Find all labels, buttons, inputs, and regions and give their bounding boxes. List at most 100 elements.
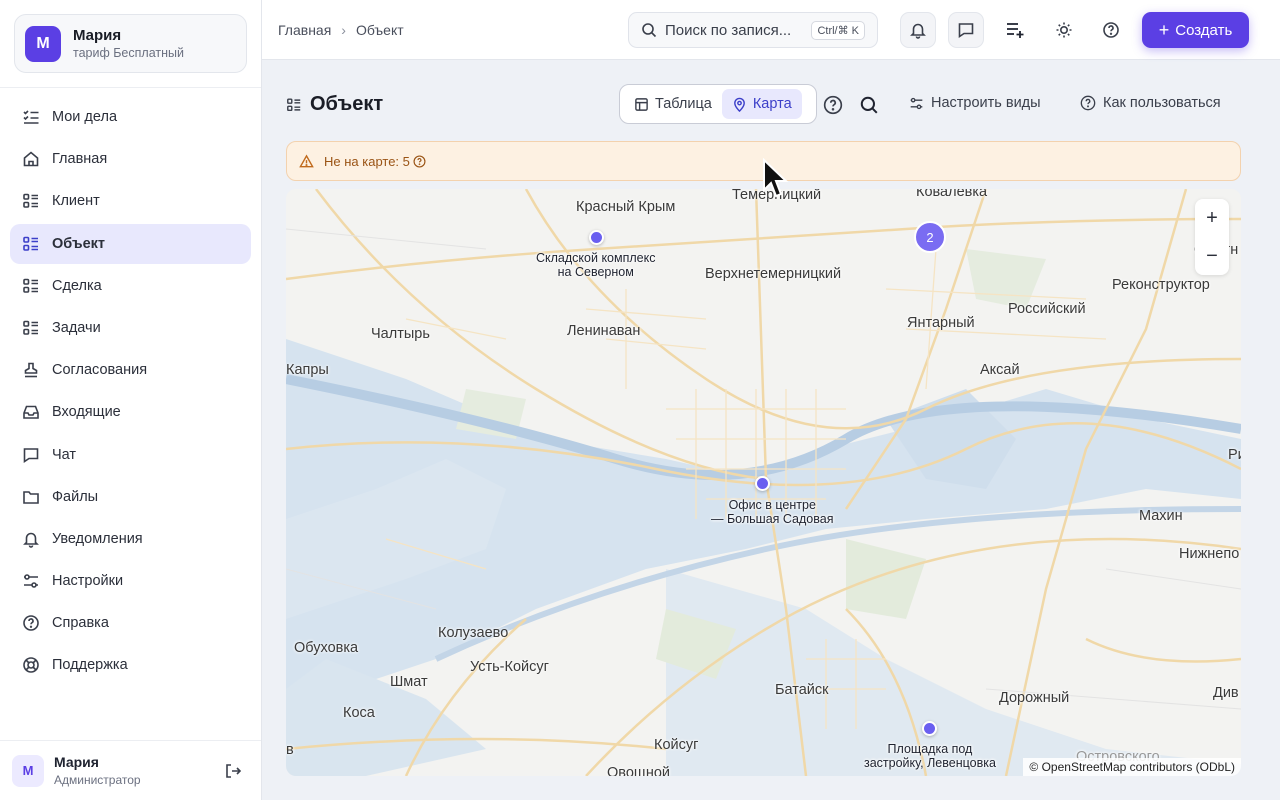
sidebar-item-label: Задачи	[52, 319, 101, 336]
sidebar-item-my-tasks[interactable]: Мои дела	[10, 97, 251, 137]
workspace-name: Мария	[73, 27, 122, 44]
search-input[interactable]: Поиск по запися... Ctrl/⌘ K	[628, 12, 878, 48]
search-shortcut-badge: Ctrl/⌘ K	[811, 21, 865, 40]
sidebar-item-notifications[interactable]: Уведомления	[10, 519, 251, 559]
sliders-icon	[24, 574, 38, 588]
add-task-button[interactable]	[997, 12, 1033, 48]
plus-icon: +	[1158, 20, 1170, 40]
sidebar-item-approvals[interactable]: Согласования	[10, 350, 251, 390]
list-icon	[23, 194, 38, 209]
map-place-label: Махин	[1139, 508, 1183, 524]
breadcrumb-current: Объект	[355, 22, 404, 38]
search-icon	[642, 23, 657, 38]
bell-icon	[23, 532, 39, 548]
help-button[interactable]	[1093, 12, 1129, 48]
sidebar-item-tasks[interactable]: Задачи	[10, 308, 251, 348]
chat-icon	[23, 447, 39, 463]
how-to-use-label: Как пользоваться	[1103, 95, 1221, 111]
search-placeholder: Поиск по запися...	[665, 21, 792, 39]
stamp-icon	[24, 362, 38, 378]
configure-views-button[interactable]: Настроить виды	[909, 95, 1041, 111]
map-marker-label: Площадка под застройку, Левенцовка	[864, 742, 996, 770]
view-table-button[interactable]: Таблица	[624, 89, 722, 119]
sidebar-item-files[interactable]: Файлы	[10, 477, 251, 517]
workspace-plan: тариф Бесплатный	[73, 46, 184, 60]
help-icon	[1103, 22, 1119, 38]
map-marker[interactable]	[922, 721, 937, 736]
sidebar-item-label: Главная	[52, 151, 108, 168]
mouse-cursor-icon	[763, 158, 789, 198]
theme-toggle[interactable]	[1046, 12, 1082, 48]
sidebar-item-label: Уведомления	[52, 530, 143, 547]
map-cluster[interactable]: 2	[914, 221, 946, 253]
view-switcher: Таблица Карта	[619, 84, 817, 124]
sidebar-item-label: Мои дела	[52, 109, 118, 125]
user-name: Мария	[54, 754, 99, 770]
map-place-label: Шмат	[390, 674, 428, 690]
view-map-button[interactable]: Карта	[721, 89, 802, 119]
how-to-use-button[interactable]: Как пользоваться	[1080, 95, 1221, 111]
map-marker[interactable]	[755, 476, 770, 491]
sidebar-divider	[0, 87, 261, 88]
logout-icon[interactable]	[224, 762, 242, 780]
sidebar-item-inbox[interactable]: Входящие	[10, 392, 251, 432]
sidebar: М Мария тариф Бесплатный Мои дела Главна…	[0, 0, 262, 800]
view-map-label: Карта	[752, 96, 792, 112]
current-user: М Мария Администратор	[0, 740, 261, 800]
map-place-label: Обуховка	[294, 640, 359, 656]
breadcrumb-home-link[interactable]: Главная	[278, 22, 331, 38]
list-plus-icon	[1007, 23, 1024, 38]
sliders-icon	[910, 97, 923, 109]
map-place-label: Красный Крым	[576, 199, 676, 215]
sidebar-item-help[interactable]: Справка	[10, 603, 251, 643]
sidebar-item-support[interactable]: Поддержка	[10, 645, 251, 685]
create-button-label: Создать	[1175, 21, 1233, 39]
zoom-in-button[interactable]: +	[1195, 199, 1229, 237]
search-icon[interactable]	[859, 95, 879, 115]
home-icon	[23, 151, 39, 167]
alert-text: Не на карте: 5	[324, 153, 410, 169]
map-place-label: Овощной	[607, 765, 670, 776]
map-pin-icon	[733, 97, 745, 112]
top-bar: Главная › Объект Поиск по запися... Ctrl…	[262, 0, 1280, 60]
sidebar-item-label: Сделка	[52, 277, 102, 294]
map-place-label: Усть-Койсуг	[470, 659, 549, 675]
sidebar-item-deal[interactable]: Сделка	[10, 266, 251, 306]
help-icon	[23, 615, 39, 632]
sidebar-item-object[interactable]: Объект	[10, 223, 251, 264]
map-place-label: Нижнепо	[1179, 546, 1240, 562]
map-marker[interactable]	[589, 230, 604, 245]
map-marker-label: Складской комплекс на Северном	[536, 251, 656, 279]
map-place-label: Реконструктор	[1112, 277, 1210, 293]
map-place-label: Российский	[1008, 301, 1086, 317]
chat-button[interactable]	[948, 12, 984, 48]
map-marker-label: Офис в центре — Большая Садовая	[711, 498, 834, 526]
sidebar-item-label: Справка	[52, 615, 109, 632]
workspace-profile[interactable]: М Мария тариф Бесплатный	[14, 14, 247, 73]
sidebar-item-chat[interactable]: Чат	[10, 435, 251, 475]
map-place-label: Верхнетемерницкий	[705, 266, 842, 282]
help-icon[interactable]	[823, 95, 843, 115]
help-icon	[1080, 95, 1096, 111]
map[interactable]: Красный Крым Темерницкий Ковалевка Ал Оп…	[286, 189, 1241, 776]
folder-icon	[23, 490, 39, 504]
sidebar-item-home[interactable]: Главная	[10, 139, 251, 179]
lifebuoy-icon	[23, 657, 39, 674]
map-place-label: Чалтырь	[371, 326, 430, 342]
map-attribution[interactable]: © OpenStreetMap contributors (ODbL)	[1023, 758, 1241, 776]
map-place-label: Ковалевка	[916, 189, 988, 200]
sidebar-item-label: Согласования	[52, 362, 148, 379]
notifications-button[interactable]	[900, 12, 936, 48]
map-place-label: Колузаево	[438, 625, 509, 641]
sidebar-item-settings[interactable]: Настройки	[10, 561, 251, 601]
zoom-out-button[interactable]: −	[1195, 237, 1229, 275]
map-place-label: в	[286, 742, 294, 758]
user-role: Администратор	[54, 773, 141, 787]
list-icon	[287, 98, 301, 111]
help-icon[interactable]	[413, 155, 426, 168]
configure-views-label: Настроить виды	[931, 95, 1041, 111]
breadcrumb: Главная › Объект	[278, 22, 404, 38]
sidebar-item-client[interactable]: Клиент	[10, 181, 251, 221]
create-button[interactable]: + Создать	[1142, 12, 1249, 48]
map-place-label: Койсуг	[654, 737, 699, 753]
